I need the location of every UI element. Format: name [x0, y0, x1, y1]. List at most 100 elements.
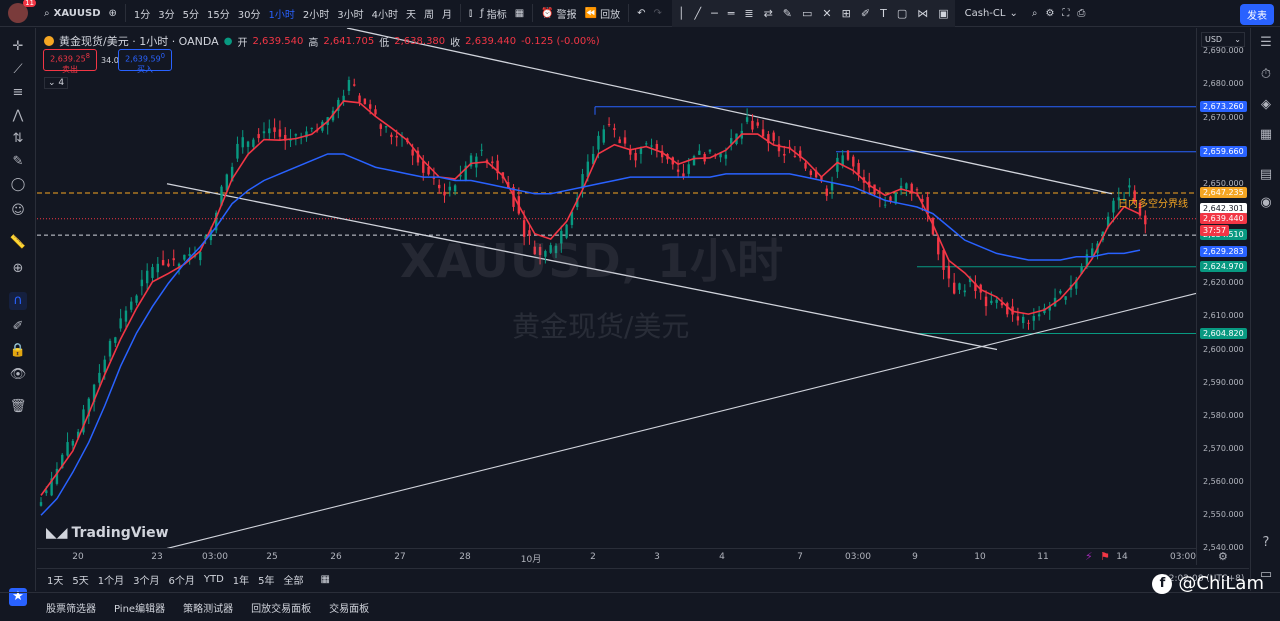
range-7[interactable]: 5年 — [258, 572, 274, 587]
templates-button[interactable]: ▦ — [511, 0, 528, 27]
candle-body — [724, 154, 728, 159]
panel-tab-0[interactable]: 股票筛选器 — [46, 600, 96, 615]
timeframe-4[interactable]: 30分 — [234, 0, 265, 27]
timeframe-2[interactable]: 5分 — [179, 0, 203, 27]
chart-type-button[interactable]: ⫾ — [465, 0, 476, 27]
indicators-button[interactable]: ƒ 指标 — [476, 0, 511, 27]
measure-icon[interactable]: ⊞ — [842, 7, 851, 20]
publish-button[interactable]: 发表 — [1240, 4, 1274, 25]
timeframe-9[interactable]: 天 — [402, 0, 420, 27]
fullscreen-button[interactable]: ⛶ — [1058, 0, 1073, 27]
indicators-toggle[interactable]: ⌄ 4 — [44, 77, 69, 89]
lock-icon[interactable]: 🔒 — [9, 342, 27, 360]
range-1[interactable]: 5天 — [72, 572, 88, 587]
avatar[interactable]: 11 — [8, 0, 36, 23]
range-6[interactable]: 1年 — [233, 572, 249, 587]
panel-tab-4[interactable]: 交易面板 — [329, 600, 369, 615]
shape-tool-icon[interactable]: ◯ — [9, 176, 27, 194]
timeframe-1[interactable]: 3分 — [154, 0, 178, 27]
calendar-icon[interactable]: ▦ — [321, 574, 330, 585]
alert-button[interactable]: ⏰ 警报 — [537, 0, 580, 27]
brush-tool-icon[interactable]: ✎ — [9, 153, 27, 171]
divider — [628, 4, 630, 22]
timeframe-0[interactable]: 1分 — [130, 0, 154, 27]
brush-icon[interactable]: ✎ — [783, 7, 792, 20]
panel-tab-3[interactable]: 回放交易面板 — [251, 600, 311, 615]
go-to-realtime-icon[interactable]: ⚡ — [1085, 550, 1093, 563]
forecast-tool-icon[interactable]: ⇅ — [9, 130, 27, 148]
alerts-clock-icon[interactable]: ⏱ — [1257, 66, 1275, 84]
chart-pane[interactable] — [37, 28, 1249, 565]
range-2[interactable]: 1个月 — [98, 572, 124, 587]
time-tick: 2 — [590, 552, 596, 562]
vertical-line-icon[interactable]: │ — [678, 7, 685, 20]
divider — [124, 4, 126, 22]
search-button[interactable]: ⌕ — [1028, 0, 1042, 27]
watchlist-icon[interactable]: ☰ — [1257, 34, 1275, 52]
cross-icon[interactable]: ✕ — [822, 7, 831, 20]
pattern-tool-icon[interactable]: ⋀ — [9, 107, 27, 125]
symbol-search[interactable]: ⌕ XAUUSD — [40, 0, 105, 27]
undo-button[interactable]: ↶ — [633, 0, 649, 27]
timeframe-10[interactable]: 周 — [420, 0, 438, 27]
arrow-icon[interactable]: ⇄ — [764, 7, 773, 20]
timeframe-7[interactable]: 3小时 — [333, 0, 367, 27]
rectangle-icon[interactable]: ▭ — [802, 7, 812, 20]
emoji-tool-icon[interactable]: ☺ — [9, 202, 27, 220]
trendline-tool-icon[interactable]: ⟋ — [9, 61, 27, 79]
range-0[interactable]: 1天 — [47, 572, 63, 587]
ideas-icon[interactable]: ◉ — [1257, 194, 1275, 212]
ruler-icon[interactable]: 📏 — [9, 234, 27, 252]
add-symbol-button[interactable]: ⊕ — [105, 0, 121, 27]
timeframe-3[interactable]: 15分 — [203, 0, 234, 27]
axis-settings-icon[interactable]: ⚙ — [1218, 550, 1228, 563]
crosshair-icon[interactable]: ✛ — [9, 38, 27, 56]
layers-icon[interactable]: ◈ — [1257, 96, 1275, 114]
time-axis[interactable]: ⚡ ⚑ 20 23 03:00 25 26 27 28 10月 2 3 4 7 03:00 9 10 11 14… — [37, 548, 1197, 565]
range-4[interactable]: 6个月 — [169, 572, 195, 587]
candle-body — [257, 134, 260, 139]
horizontal-line-icon[interactable]: ═ — [728, 7, 735, 20]
currency-select[interactable]: USD ⌄ — [1201, 32, 1245, 47]
horizontal-ray-icon[interactable]: ─ — [711, 7, 718, 20]
timeframe-5[interactable]: 1小时 — [264, 0, 298, 27]
settings-button[interactable]: ⚙ — [1041, 0, 1058, 27]
range-3[interactable]: 3个月 — [133, 572, 159, 587]
trash-icon[interactable]: 🗑 — [9, 398, 27, 416]
chat-icon[interactable]: ▤ — [1257, 166, 1275, 184]
candle-body — [188, 253, 191, 256]
price-axis[interactable]: 2,690.0002,680.0002,670.0002,660.0002,65… — [1196, 28, 1250, 565]
panel-tab-2[interactable]: 策略测试器 — [183, 600, 233, 615]
range-8[interactable]: 全部 — [284, 572, 304, 587]
fib-icon[interactable]: ≣ — [744, 7, 753, 20]
zoom-in-icon[interactable]: ⊕ — [9, 260, 27, 278]
high-value: 2,641.705 — [323, 35, 375, 47]
snapshot-button[interactable]: ⎙ — [1073, 0, 1089, 27]
eye-icon[interactable]: 👁 — [9, 366, 27, 384]
sell-button[interactable]: 2,639.258 卖出 — [43, 49, 97, 74]
buy-button[interactable]: 2,639.590 买入 — [118, 49, 172, 74]
callout-icon[interactable]: ▢ — [897, 7, 907, 20]
fib-tool-icon[interactable]: ≡ — [9, 84, 27, 102]
timeframe-6[interactable]: 2小时 — [299, 0, 333, 27]
pen-icon[interactable]: ✐ — [861, 7, 870, 20]
replay-button[interactable]: ⏪ 回放 — [581, 0, 624, 27]
draw-mode-icon[interactable]: ✐ — [9, 318, 27, 336]
panel-tab-1[interactable]: Pine编辑器 — [114, 600, 165, 615]
layout-name-button[interactable]: Cash-CL ⌄ — [961, 0, 1022, 27]
timeframe-11[interactable]: 月 — [438, 0, 456, 27]
price-chart[interactable] — [37, 28, 1249, 565]
right-sidebar: ☰ ⏱ ◈ ▦ ▤ ◉ ? ▭ — [1250, 28, 1280, 591]
hotlist-icon[interactable]: ▦ — [1257, 126, 1275, 144]
timeframe-8[interactable]: 4小时 — [368, 0, 402, 27]
magnet-icon[interactable]: ∩ — [9, 292, 27, 310]
redo-button[interactable]: ↷ — [649, 0, 665, 27]
trendline-icon[interactable]: ╱ — [694, 7, 701, 20]
price-tick: 2,680.000 — [1203, 79, 1244, 89]
help-icon[interactable]: ? — [1257, 534, 1275, 552]
layout-icon[interactable]: ▣ — [938, 7, 948, 20]
candle-body — [613, 128, 616, 130]
range-5[interactable]: YTD — [204, 574, 224, 585]
pattern-icon[interactable]: ⋈ — [917, 7, 928, 20]
text-icon[interactable]: T — [880, 7, 887, 20]
